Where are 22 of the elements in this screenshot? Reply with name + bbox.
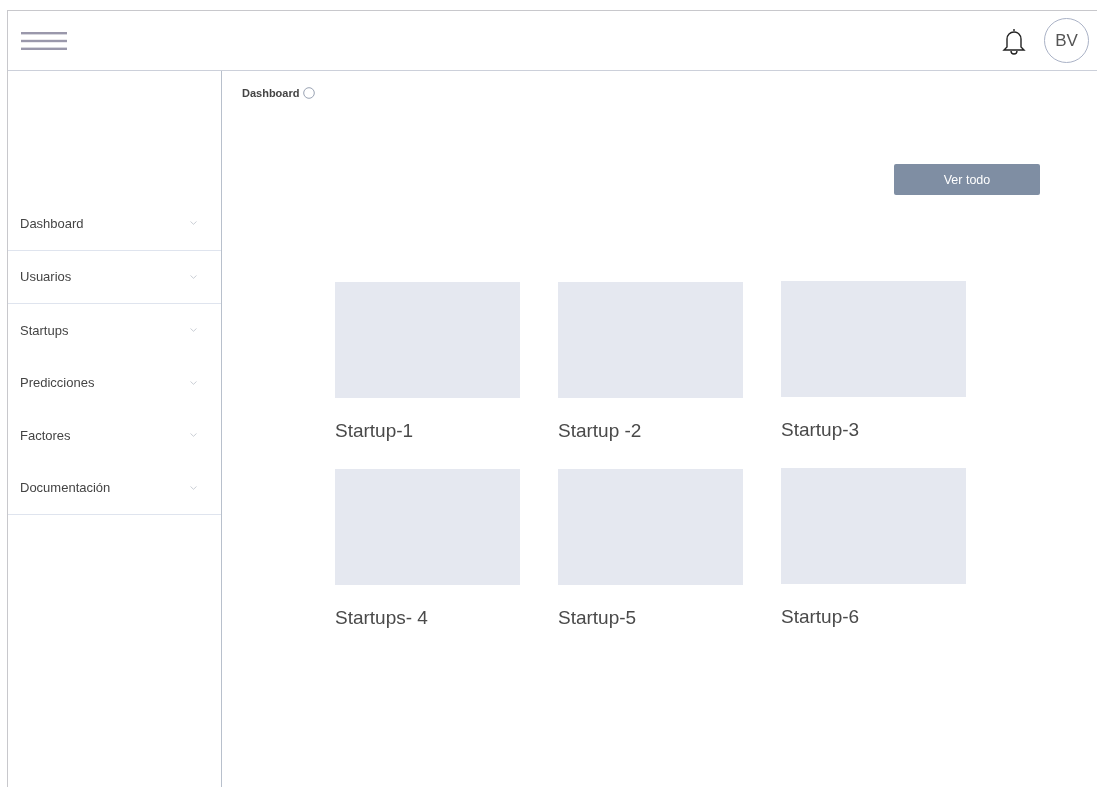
card-title[interactable]: Startup-3 — [781, 419, 966, 441]
card-title[interactable]: Startup-6 — [781, 606, 966, 628]
sidebar-item[interactable]: Predicciones — [8, 356, 221, 409]
chevron-down-icon — [190, 328, 197, 333]
card-title[interactable]: Startup-1 — [335, 420, 520, 442]
sidebar-item[interactable]: Documentación — [8, 461, 221, 514]
sidebar-item[interactable]: Startups — [8, 304, 221, 357]
sidebar-item[interactable]: Factores — [8, 409, 221, 462]
breadcrumb[interactable]: Dashboard — [242, 87, 300, 99]
chevron-down-icon — [190, 221, 197, 226]
notification-bell-icon[interactable] — [1002, 26, 1026, 55]
sidebar-item[interactable]: Usuarios — [8, 250, 221, 303]
circle-icon — [303, 87, 316, 99]
chevron-down-icon — [190, 274, 197, 279]
chevron-down-icon — [190, 485, 197, 490]
menu-icon[interactable] — [21, 31, 67, 50]
chevron-down-icon — [190, 433, 197, 438]
card-title[interactable]: Startup -2 — [558, 420, 743, 442]
card-title[interactable]: Startups- 4 — [335, 607, 520, 629]
card-title[interactable]: Startup-5 — [558, 607, 743, 629]
chevron-down-icon — [190, 380, 197, 385]
sidebar-item[interactable]: Dashboard — [8, 197, 221, 250]
